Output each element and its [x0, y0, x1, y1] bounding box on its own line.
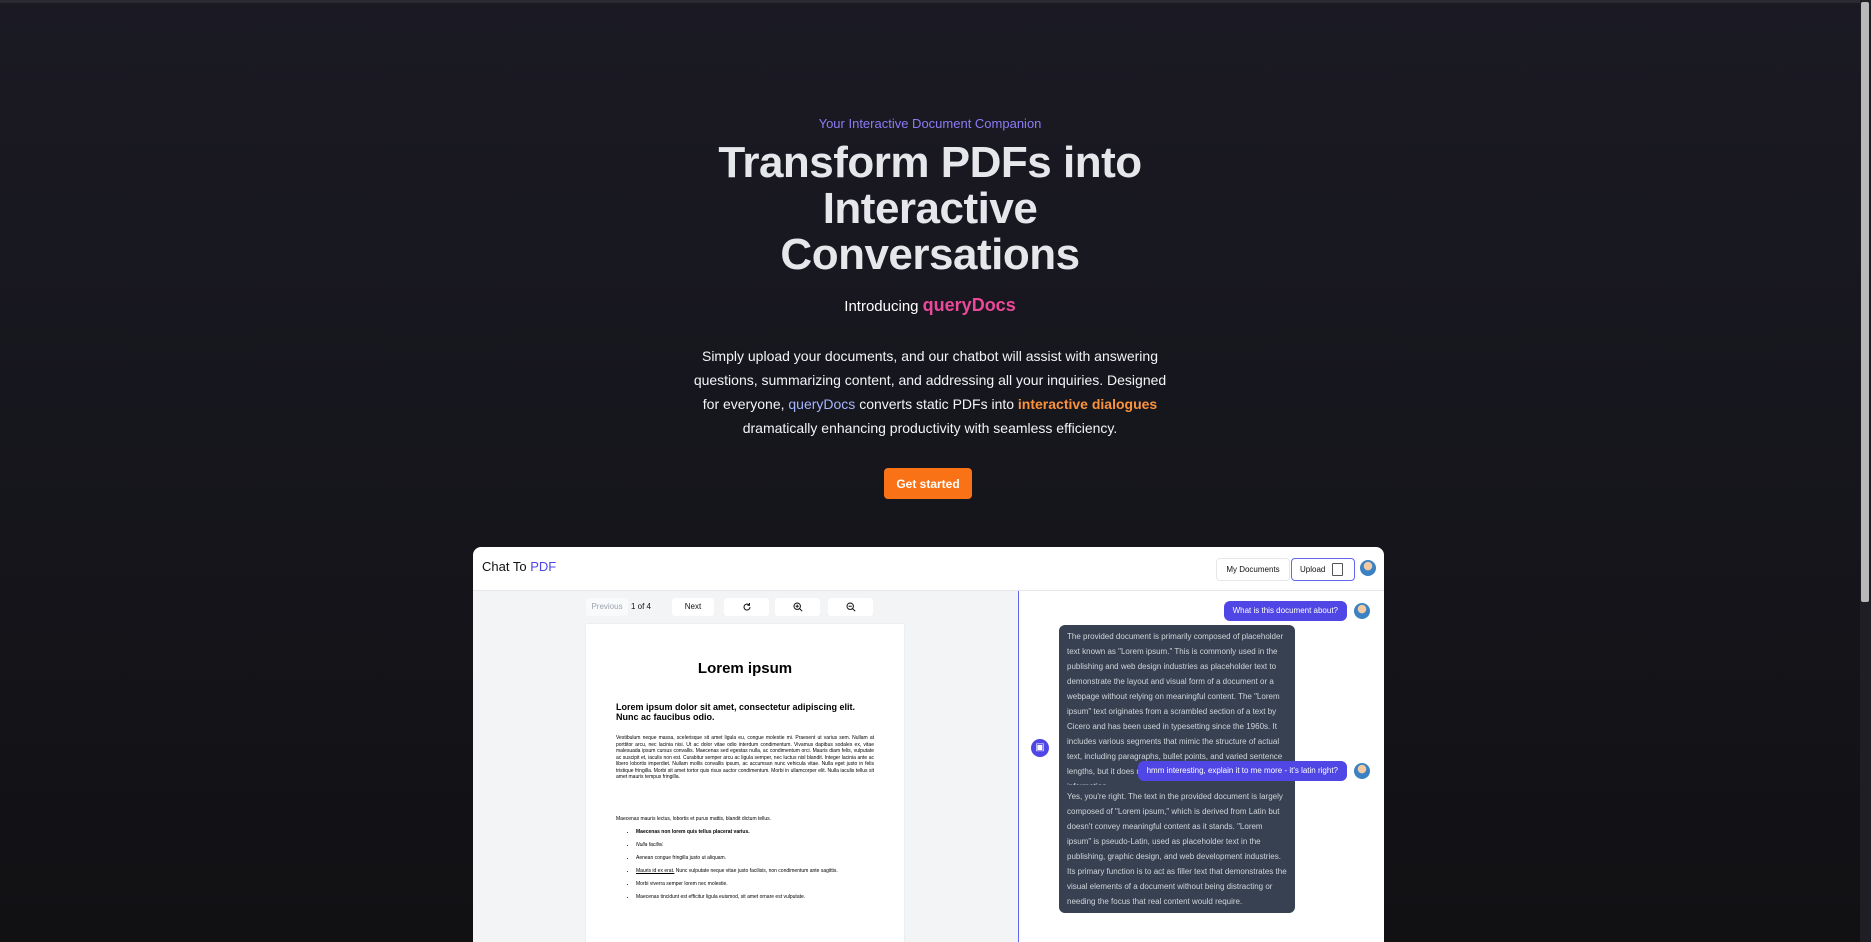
list-item: Nulla facilisi.: [636, 842, 884, 848]
list-item: Maecenas non lorem quis tellus placerat …: [636, 829, 884, 835]
get-started-button[interactable]: Get started: [884, 468, 972, 499]
next-page-button[interactable]: Next: [672, 598, 714, 616]
robot-icon: ▣: [1031, 739, 1049, 757]
page-indicator: 1 of 4: [630, 602, 651, 611]
list-item: Maecenas tincidunt est efficitur ligula …: [636, 894, 884, 900]
desc-part-2: converts static PDFs into: [859, 396, 1015, 412]
desc-highlight: interactive dialogues: [1017, 396, 1158, 412]
upload-button[interactable]: Upload: [1291, 558, 1355, 581]
headline-line-1: Transform PDFs into: [718, 138, 1142, 187]
zoom-out-button[interactable]: [828, 598, 873, 616]
document-title: Lorem ipsum: [697, 660, 793, 677]
zoom-in-button[interactable]: [775, 598, 820, 616]
brand-name: queryDocs: [922, 295, 1016, 315]
list-item: Mauris id ex erat. Nunc vulputate neque …: [636, 868, 884, 874]
app-preview: Chat To PDF My Documents Upload Previous…: [473, 547, 1384, 942]
app-logo[interactable]: Chat To PDF: [482, 559, 556, 574]
pdf-viewer: Previous 1 of 4 Next Lorem ipsum Lorem i…: [473, 591, 1018, 942]
app-header: Chat To PDF My Documents Upload: [473, 547, 1384, 591]
list-item-text: Nunc vulputate neque vitae justo facilis…: [675, 868, 838, 874]
top-border: [0, 0, 1871, 3]
chat-panel: What is this document about? The provide…: [1019, 591, 1384, 942]
zoom-in-icon: [792, 602, 803, 612]
hero-headline: Transform PDFs into Interactive Conversa…: [0, 140, 1860, 278]
rotate-icon: [743, 603, 751, 611]
document-paragraph: Vestibulum neque massa, scelerisque sit …: [616, 735, 874, 780]
desc-brand: queryDocs: [788, 396, 856, 412]
user-avatar: [1354, 763, 1370, 779]
list-item: Morbi viverra semper lorem nec molestie.: [636, 881, 884, 887]
headline-line-2: Interactive: [822, 184, 1038, 233]
logo-accent: PDF: [530, 559, 557, 574]
user-avatar[interactable]: [1360, 560, 1376, 576]
hero-eyebrow: Your Interactive Document Companion: [818, 116, 1042, 131]
page-scrollbar[interactable]: [1860, 0, 1871, 942]
list-item-link[interactable]: Mauris id ex erat.: [636, 868, 674, 874]
hero-description: Simply upload your documents, and our ch…: [684, 344, 1176, 440]
user-avatar: [1354, 603, 1370, 619]
file-upload-icon: [1332, 563, 1343, 576]
pdf-page[interactable]: Lorem ipsum Lorem ipsum dolor sit amet, …: [586, 624, 904, 942]
desc-part-3: dramatically enhancing productivity with…: [742, 420, 1118, 436]
document-paragraph-2: Maecenas mauris lectus, lobortis et puru…: [616, 816, 772, 822]
document-subtitle: Lorem ipsum dolor sit amet, consectetur …: [616, 702, 856, 722]
logo-prefix: Chat To: [482, 559, 527, 574]
user-message: hmm interesting, explain it to me more -…: [1137, 761, 1347, 781]
list-item: Aenean congue fringilla justo ut aliquam…: [636, 855, 884, 861]
headline-line-3: Conversations: [780, 230, 1080, 279]
intro-prefix: Introducing: [844, 298, 919, 315]
bot-message: Yes, you're right. The text in the provi…: [1059, 785, 1295, 913]
upload-label: Upload: [1300, 565, 1326, 574]
user-message: What is this document about?: [1223, 601, 1347, 621]
scrollbar-thumb[interactable]: [1861, 2, 1869, 602]
rotate-button[interactable]: [724, 598, 769, 616]
my-documents-button[interactable]: My Documents: [1216, 558, 1290, 581]
hero-intro: Introducing queryDocs: [0, 295, 1860, 316]
document-list: Maecenas non lorem quis tellus placerat …: [626, 829, 884, 907]
zoom-out-icon: [845, 602, 856, 612]
